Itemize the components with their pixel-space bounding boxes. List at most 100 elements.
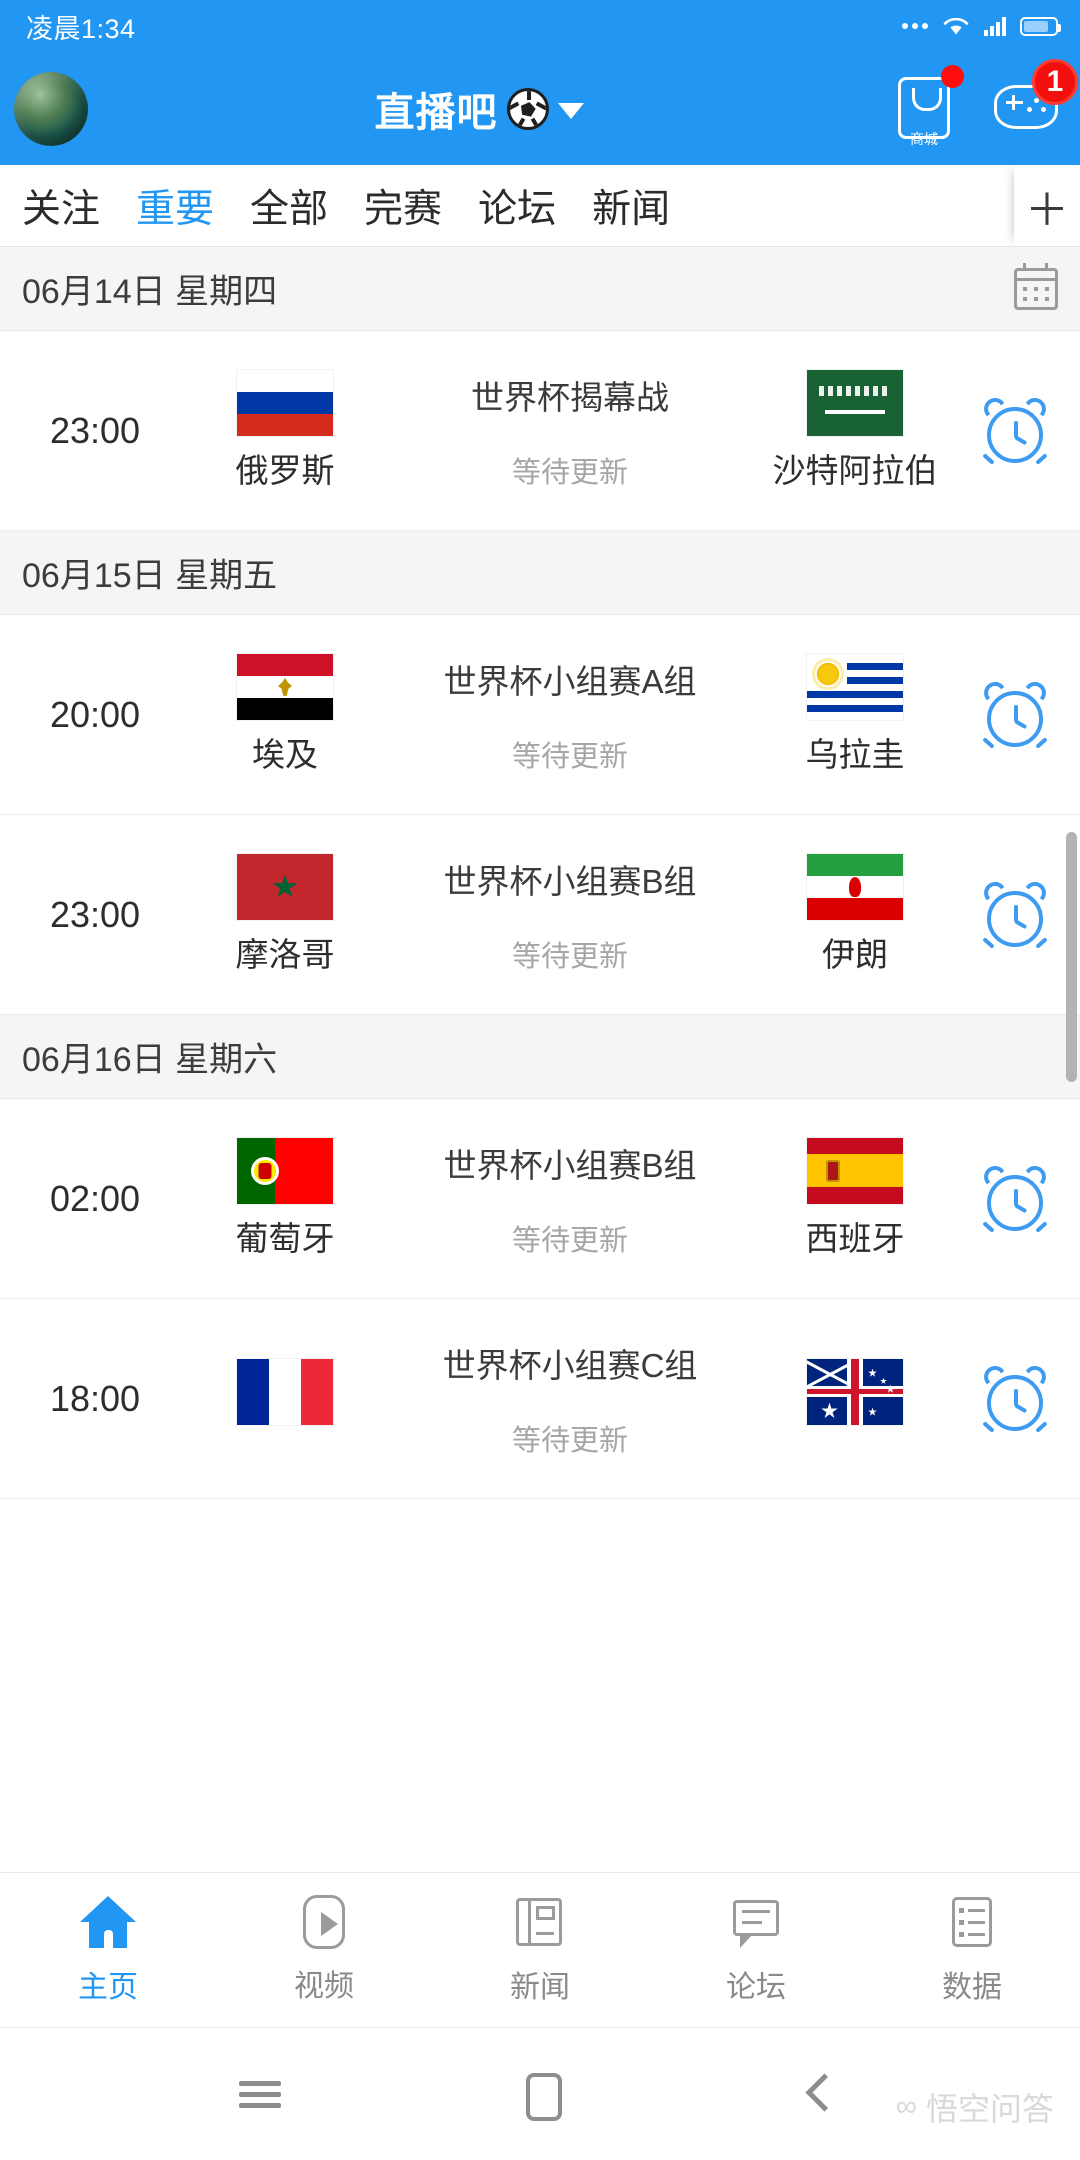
flag-portugal (237, 1137, 333, 1204)
table-row[interactable]: 23:00 俄罗斯 世界杯揭幕战 等待更新 沙特阿拉伯 (0, 331, 1080, 531)
play-icon (303, 1895, 345, 1949)
away-team-name: 沙特阿拉伯 (772, 451, 938, 489)
alarm-button[interactable] (950, 1360, 1080, 1435)
alarm-clock-icon (979, 1360, 1051, 1435)
battery-icon (1020, 16, 1061, 36)
android-system-bar: ∞ 悟空问答 (0, 2027, 1080, 2160)
home-icon (80, 1894, 136, 1950)
competition-label: 世界杯小组赛C组 (442, 1346, 698, 1384)
back-chevron-icon[interactable] (785, 2059, 855, 2129)
wifi-icon (943, 17, 969, 35)
title-group[interactable]: 直播吧 (68, 80, 890, 138)
calendar-icon[interactable] (1014, 262, 1058, 310)
app-header: 直播吧 商城 1 (0, 52, 1080, 165)
match-info: 世界杯揭幕战 等待更新 (380, 371, 760, 491)
status-badge: 等待更新 (511, 740, 628, 773)
tab-guanzhu[interactable]: 关注 (0, 178, 118, 234)
date-header: 06月14日 星期四 (0, 247, 1080, 331)
game-count-badge: 1 (1032, 58, 1078, 105)
tab-zhongyao[interactable]: 重要 (118, 178, 232, 234)
home-team: 摩洛哥 (190, 853, 380, 975)
date-label: 06月16日 星期六 (22, 1041, 278, 1079)
nav-label-news: 新闻 (510, 1971, 570, 2004)
alarm-button[interactable] (950, 876, 1080, 951)
list-icon (944, 1894, 1000, 1950)
away-team-name: 西班牙 (805, 1219, 905, 1257)
alarm-button[interactable] (950, 1160, 1080, 1235)
shop-label: 商城 (910, 130, 938, 147)
nav-item-forum[interactable]: 论坛 (648, 1894, 864, 2006)
menu-icon[interactable] (225, 2059, 295, 2129)
tab-luntan[interactable]: 论坛 (460, 178, 574, 234)
page-title: 直播吧 (374, 90, 498, 135)
soccer-ball-icon (506, 87, 549, 130)
home-team-name: 埃及 (252, 735, 318, 773)
date-label: 06月15日 星期五 (22, 557, 278, 595)
nav-label-forum: 论坛 (726, 1971, 786, 2004)
flag-france (237, 1358, 333, 1425)
nav-label-home: 主页 (78, 1971, 138, 2004)
match-info: 世界杯小组赛A组 等待更新 (380, 655, 760, 775)
home-team-name: 葡萄牙 (235, 1219, 335, 1257)
status-badge: 等待更新 (511, 940, 628, 973)
away-team-name: 乌拉圭 (805, 735, 905, 773)
game-button[interactable]: 1 (992, 58, 1078, 147)
flag-saudi-arabia (807, 369, 903, 436)
date-header: 06月15日 星期五 (0, 531, 1080, 615)
date-header: 06月16日 星期六 (0, 1015, 1080, 1099)
add-tab-button[interactable]: ＋ (1014, 165, 1080, 246)
table-row[interactable]: 18:00 世界杯小组赛C组 等待更新 (0, 1299, 1080, 1499)
status-badge: 等待更新 (511, 1224, 628, 1257)
table-row[interactable]: 23:00 摩洛哥 世界杯小组赛B组 等待更新 伊朗 (0, 815, 1080, 1015)
status-bar: 凌晨1:34 (0, 0, 1080, 52)
shop-button[interactable]: 商城 (890, 64, 964, 147)
watermark: ∞ 悟空问答 (896, 2084, 1054, 2130)
table-row[interactable]: 20:00 埃及 世界杯小组赛A组 等待更新 乌拉圭 (0, 615, 1080, 815)
nav-item-news[interactable]: 新闻 (432, 1894, 648, 2006)
more-dots-icon (902, 23, 928, 29)
newspaper-icon (512, 1894, 568, 1950)
flag-russia (237, 369, 333, 436)
competition-label: 世界杯小组赛A组 (443, 662, 697, 700)
flag-egypt (237, 653, 333, 720)
shop-dot-badge (941, 64, 964, 88)
scrollbar-thumb[interactable] (1066, 832, 1077, 1082)
caret-down-icon[interactable] (557, 102, 584, 119)
away-team (760, 1358, 950, 1439)
bottom-nav: 主页 视频 新闻 论坛 数据 (0, 1872, 1080, 2027)
table-row[interactable]: 02:00 葡萄牙 世界杯小组赛B组 等待更新 西班牙 (0, 1099, 1080, 1299)
status-icon-group (902, 15, 1061, 37)
away-team: 沙特阿拉伯 (760, 369, 950, 491)
match-time: 20:00 (49, 693, 141, 735)
alarm-button[interactable] (950, 676, 1080, 751)
nav-item-video[interactable]: 视频 (216, 1895, 432, 2005)
home-team: 埃及 (190, 653, 380, 775)
nav-item-data[interactable]: 数据 (864, 1894, 1080, 2006)
home-team (190, 1358, 380, 1439)
flag-iran (807, 853, 903, 920)
home-team-name: 俄罗斯 (235, 451, 335, 489)
home-square-icon[interactable] (505, 2059, 575, 2129)
match-info: 世界杯小组赛B组 等待更新 (380, 1139, 760, 1259)
tab-xinwen[interactable]: 新闻 (574, 178, 688, 234)
watermark-text: 悟空问答 (925, 2091, 1054, 2127)
tab-wansai[interactable]: 完赛 (346, 178, 460, 234)
home-team: 葡萄牙 (190, 1137, 380, 1259)
chat-bubble-icon (728, 1894, 784, 1950)
watermark-mark: ∞ (895, 2090, 917, 2123)
tab-bar: 关注 重要 全部 完赛 论坛 新闻 ＋ (0, 165, 1080, 247)
nav-item-home[interactable]: 主页 (0, 1894, 216, 2006)
status-time: 凌晨1:34 (26, 13, 136, 44)
nav-label-video: 视频 (294, 1970, 354, 2003)
match-time: 02:00 (49, 1177, 141, 1219)
date-label: 06月14日 星期四 (22, 273, 278, 311)
tab-quanbu[interactable]: 全部 (232, 178, 346, 234)
competition-label: 世界杯揭幕战 (471, 378, 669, 416)
alarm-button[interactable] (950, 392, 1080, 467)
away-team: 乌拉圭 (760, 653, 950, 775)
competition-label: 世界杯小组赛B组 (443, 1146, 697, 1184)
flag-uruguay (807, 653, 903, 720)
competition-label: 世界杯小组赛B组 (443, 862, 697, 900)
nav-label-data: 数据 (942, 1971, 1002, 2004)
alarm-clock-icon (979, 876, 1051, 951)
